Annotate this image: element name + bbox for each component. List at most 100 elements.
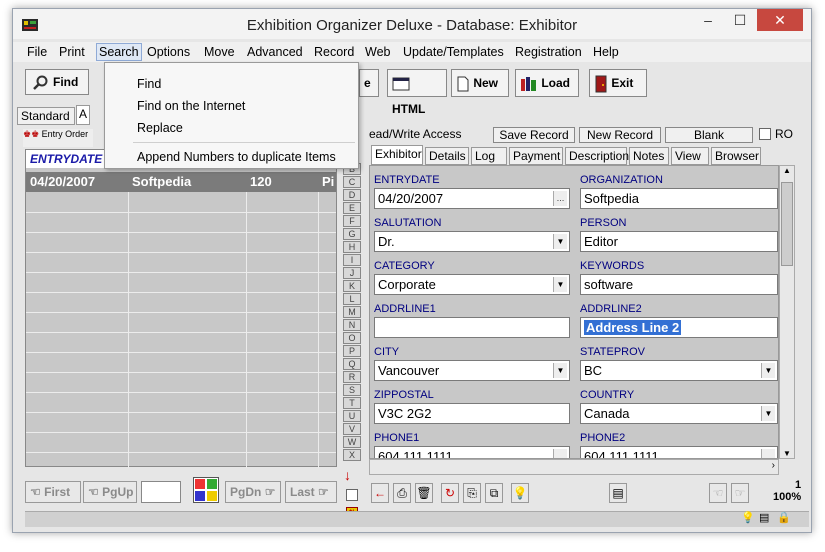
- duplicate-icon[interactable]: ⧉: [485, 483, 503, 503]
- alpha-l[interactable]: L: [343, 293, 361, 305]
- scroll-down-icon[interactable]: ▼: [780, 449, 794, 458]
- report-icon[interactable]: ▤: [609, 483, 627, 503]
- alpha-d[interactable]: D: [343, 189, 361, 201]
- menu-search[interactable]: Search: [96, 43, 142, 61]
- tab-standard[interactable]: Standard: [17, 107, 75, 125]
- table-row[interactable]: 04/20/2007 Softpedia 120 Pi: [26, 172, 336, 192]
- alpha-w[interactable]: W: [343, 436, 361, 448]
- menu-item-append-numbers[interactable]: Append Numbers to duplicate Items: [137, 150, 336, 164]
- save-record-button[interactable]: Save Record: [493, 127, 575, 143]
- menu-advanced[interactable]: Advanced: [247, 45, 303, 59]
- exit-button[interactable]: Exit: [589, 69, 647, 97]
- alpha-h[interactable]: H: [343, 241, 361, 253]
- tab-notes[interactable]: Notes: [629, 147, 669, 165]
- tab-a[interactable]: A: [76, 105, 90, 125]
- maximize-button[interactable]: ☐: [725, 9, 755, 31]
- alpha-o[interactable]: O: [343, 332, 361, 344]
- html-button[interactable]: HTML: [387, 69, 447, 116]
- new-record-button[interactable]: New Record: [579, 127, 661, 143]
- addrline2-field[interactable]: Address Line 2: [580, 317, 778, 338]
- city-field[interactable]: Vancouver ▼: [374, 360, 570, 381]
- phone2-field[interactable]: 604 111 1111…: [580, 446, 778, 458]
- blank-button[interactable]: Blank: [665, 127, 753, 143]
- last-button[interactable]: Last ☞: [285, 481, 337, 503]
- minimize-button[interactable]: –: [693, 9, 723, 31]
- chevron-down-icon[interactable]: ▼: [761, 406, 775, 421]
- printer-icon[interactable]: ⎙: [393, 483, 411, 503]
- toolbar-button-partial[interactable]: e: [359, 69, 379, 97]
- addrline1-field[interactable]: [374, 317, 570, 338]
- person-field[interactable]: Editor: [580, 231, 778, 252]
- tab-details[interactable]: Details: [425, 147, 469, 165]
- menu-help[interactable]: Help: [593, 45, 619, 59]
- alpha-t[interactable]: T: [343, 397, 361, 409]
- ellipsis-button[interactable]: …: [761, 449, 775, 458]
- alpha-r[interactable]: R: [343, 371, 361, 383]
- organization-field[interactable]: Softpedia: [580, 188, 778, 209]
- alpha-j[interactable]: J: [343, 267, 361, 279]
- new-button[interactable]: New: [451, 69, 509, 97]
- title-bar[interactable]: Exhibition Organizer Deluxe - Database: …: [13, 9, 811, 39]
- menu-item-find[interactable]: Find: [137, 77, 161, 91]
- alpha-f[interactable]: F: [343, 215, 361, 227]
- tab-log[interactable]: Log: [471, 147, 507, 165]
- scroll-up-icon[interactable]: ▲: [780, 166, 794, 175]
- salutation-field[interactable]: Dr. ▼: [374, 231, 570, 252]
- entrydate-field[interactable]: 04/20/2007…: [374, 188, 570, 209]
- readonly-checkbox[interactable]: [759, 128, 771, 140]
- chevron-down-icon[interactable]: ▼: [553, 234, 567, 249]
- copy-record-icon[interactable]: ⎘: [463, 483, 481, 503]
- menu-registration[interactable]: Registration: [515, 45, 582, 59]
- lightbulb-icon[interactable]: 💡: [741, 511, 755, 525]
- menu-record[interactable]: Record: [314, 45, 354, 59]
- ellipsis-button[interactable]: …: [553, 449, 567, 458]
- tab-exhibitor[interactable]: Exhibitor: [371, 145, 423, 165]
- down-arrow-icon[interactable]: ↓: [344, 467, 351, 483]
- phone1-field[interactable]: 604 111 1111…: [374, 446, 570, 458]
- ellipsis-button[interactable]: …: [553, 191, 567, 206]
- scroll-right-icon[interactable]: ›: [772, 460, 775, 471]
- scroll-thumb[interactable]: [781, 182, 793, 266]
- alpha-q[interactable]: Q: [343, 358, 361, 370]
- tab-payment[interactable]: Payment: [509, 147, 563, 165]
- entry-order-button[interactable]: ♚♚ Entry Order: [23, 129, 93, 147]
- alpha-v[interactable]: V: [343, 423, 361, 435]
- goto-input[interactable]: [141, 481, 181, 503]
- pgup-button[interactable]: ☜ PgUp: [83, 481, 137, 503]
- menu-update-templates[interactable]: Update/Templates: [403, 45, 504, 59]
- tab-browser[interactable]: Browser: [711, 147, 761, 165]
- back-arrow-icon[interactable]: ←: [371, 483, 389, 503]
- pages-icon[interactable]: ▤: [759, 511, 773, 525]
- menu-print[interactable]: Print: [59, 45, 85, 59]
- lock-icon[interactable]: 🔒: [777, 511, 791, 525]
- tab-description[interactable]: Description: [565, 147, 629, 165]
- stateprov-field[interactable]: BC ▼: [580, 360, 778, 381]
- abc-sort-icon[interactable]: [193, 477, 219, 503]
- hand-left-icon[interactable]: ☜: [709, 483, 727, 503]
- sort-checkbox[interactable]: [346, 489, 358, 501]
- form-horizontal-scrollbar[interactable]: ›: [369, 459, 779, 475]
- alpha-m[interactable]: M: [343, 306, 361, 318]
- alpha-x[interactable]: X: [343, 449, 361, 461]
- close-button[interactable]: ✕: [757, 9, 803, 31]
- menu-move[interactable]: Move: [204, 45, 235, 59]
- chevron-down-icon[interactable]: ▼: [761, 363, 775, 378]
- alpha-k[interactable]: K: [343, 280, 361, 292]
- zippostal-field[interactable]: V3C 2G2: [374, 403, 570, 424]
- pgdn-button[interactable]: PgDn ☞: [225, 481, 281, 503]
- alpha-s[interactable]: S: [343, 384, 361, 396]
- find-button[interactable]: Find: [25, 69, 89, 95]
- alpha-p[interactable]: P: [343, 345, 361, 357]
- alpha-g[interactable]: G: [343, 228, 361, 240]
- menu-item-find-internet[interactable]: Find on the Internet: [137, 99, 245, 113]
- tab-view[interactable]: View: [671, 147, 709, 165]
- chevron-down-icon[interactable]: ▼: [553, 363, 567, 378]
- alpha-u[interactable]: U: [343, 410, 361, 422]
- alpha-e[interactable]: E: [343, 202, 361, 214]
- first-button[interactable]: ☜ First: [25, 481, 81, 503]
- menu-item-replace[interactable]: Replace: [137, 121, 183, 135]
- record-list[interactable]: ENTRYDATE 04/20/2007 Softpedia 120 Pi: [25, 149, 337, 468]
- load-button[interactable]: Load: [515, 69, 579, 97]
- form-vertical-scrollbar[interactable]: ▲ ▼: [779, 165, 795, 459]
- menu-file[interactable]: File: [27, 45, 47, 59]
